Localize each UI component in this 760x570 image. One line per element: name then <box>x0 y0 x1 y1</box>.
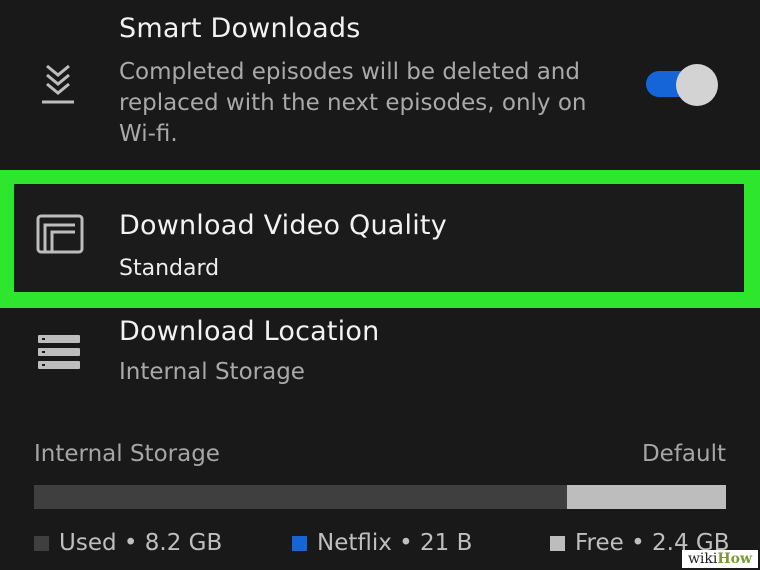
smart-downloads-icon <box>38 62 78 106</box>
used-swatch <box>34 535 49 551</box>
storage-usage-bar <box>34 485 726 509</box>
video-quality-row[interactable]: Download Video Quality Standard <box>14 184 744 292</box>
legend-netflix-text: Netflix • 21 B <box>317 530 473 556</box>
smart-downloads-row[interactable]: Smart Downloads Completed episodes will … <box>0 0 760 170</box>
free-swatch <box>550 535 565 551</box>
wikihow-watermark: wikiHow <box>681 550 758 568</box>
smart-downloads-description: Completed episodes will be deleted and r… <box>119 59 587 147</box>
smart-downloads-toggle[interactable] <box>646 64 718 106</box>
video-quality-highlight: Download Video Quality Standard <box>0 170 760 308</box>
download-location-row[interactable]: Download Location Internal Storage <box>0 308 760 408</box>
smart-downloads-title: Smart Downloads <box>119 13 361 44</box>
legend-netflix: Netflix • 21 B <box>292 530 472 556</box>
watermark-suffix: How <box>717 551 752 567</box>
watermark-prefix: wiki <box>687 551 718 567</box>
download-location-value: Internal Storage <box>119 359 305 385</box>
video-quality-value: Standard <box>119 256 220 281</box>
download-location-title: Download Location <box>119 316 380 347</box>
video-quality-title: Download Video Quality <box>119 210 447 241</box>
storage-free-segment <box>567 485 726 509</box>
downloads-settings-screen: Smart Downloads Completed episodes will … <box>0 0 760 570</box>
legend-used: Used • 8.2 GB <box>34 530 222 556</box>
video-quality-icon <box>36 214 84 254</box>
legend-used-text: Used • 8.2 GB <box>59 530 223 556</box>
storage-list-icon <box>36 334 82 370</box>
netflix-swatch <box>292 535 307 551</box>
storage-default-label: Default <box>641 441 726 467</box>
storage-used-segment <box>34 485 567 509</box>
storage-label: Internal Storage <box>34 441 220 467</box>
toggle-knob <box>676 64 718 106</box>
